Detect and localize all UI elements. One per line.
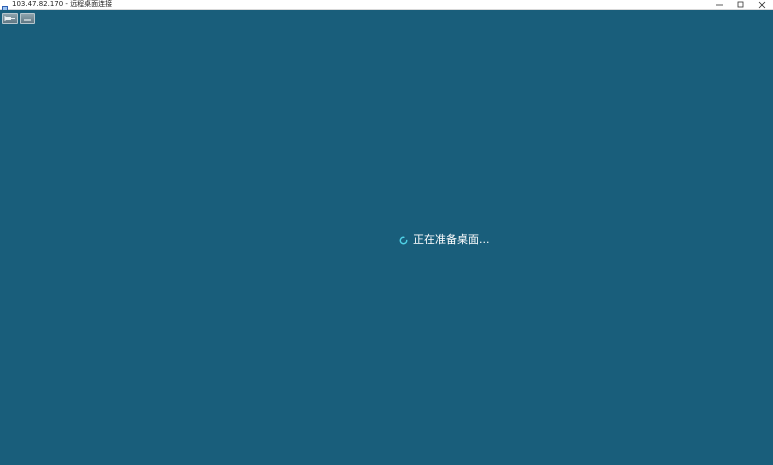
window-title: 103.47.82.170 - 远程桌面连接 xyxy=(12,0,113,8)
maximize-button[interactable] xyxy=(731,0,752,10)
connection-bar-minimize-button[interactable] xyxy=(20,13,35,24)
close-icon xyxy=(758,1,766,9)
window-controls xyxy=(710,0,773,10)
remote-desktop-area[interactable]: 正在准备桌面... xyxy=(0,10,773,465)
pin-icon xyxy=(4,16,15,21)
minimize-icon xyxy=(24,19,31,21)
status-text: 正在准备桌面... xyxy=(413,233,490,246)
minimize-button[interactable] xyxy=(710,0,731,10)
loading-status: 正在准备桌面... xyxy=(399,233,490,247)
connection-bar-pin-button[interactable] xyxy=(2,13,18,24)
remote-desktop-app-icon xyxy=(2,0,10,15)
maximize-icon xyxy=(737,1,744,8)
title-bar[interactable]: 103.47.82.170 - 远程桌面连接 xyxy=(0,0,773,15)
minimize-icon xyxy=(716,4,723,6)
spinner-icon xyxy=(399,236,408,244)
close-button[interactable] xyxy=(752,0,773,10)
remote-desktop-window: 103.47.82.170 - 远程桌面连接 正在准备桌面... xyxy=(0,0,773,465)
